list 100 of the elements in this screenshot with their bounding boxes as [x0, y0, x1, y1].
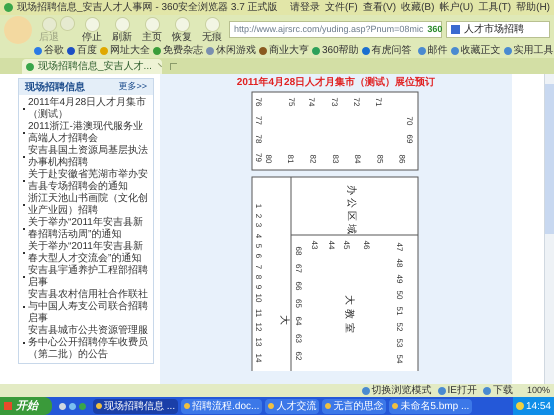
booth-number: 72 — [352, 98, 361, 106]
news-link[interactable]: 安吉县城市公共资源管理服务中心公开招聘停车收费员（第二批）的公告 — [28, 325, 149, 361]
bookmark-link[interactable]: 有虎问答 — [362, 46, 412, 56]
booth-number: 49 — [394, 274, 404, 284]
bookmark-link[interactable]: 商业大亨 — [259, 46, 309, 56]
menu-item[interactable]: 工具(T) — [478, 2, 512, 12]
booth-number: 69 — [404, 134, 414, 144]
booth-number: 6 — [254, 254, 263, 258]
bookmark-link[interactable]: 邮件 — [418, 46, 448, 56]
booth-number: 50 — [394, 290, 404, 300]
security-badge[interactable]: 360 — [427, 22, 442, 36]
nav-button[interactable]: 刷新 — [109, 16, 135, 42]
booth-number: 84 — [353, 154, 362, 164]
news-link[interactable]: 安吉县农村信用社合作联社与中国人寿支公司联合招聘启事 — [28, 289, 149, 325]
booth-number: 13 — [254, 338, 263, 346]
status-item[interactable]: 切换浏览模式 — [362, 386, 432, 396]
booth-number: 78 — [254, 134, 263, 144]
booth-number: 77 — [254, 116, 263, 125]
taskbar-item[interactable]: 未命名5.bmp ... — [389, 398, 472, 414]
status-item[interactable]: 下载 — [482, 386, 513, 396]
browser-tab[interactable]: 现场招聘信息_安吉人才... — [22, 59, 162, 74]
news-link[interactable]: 2011年4月28日人才月集市（测试） — [28, 97, 149, 121]
scroll-thumb[interactable] — [545, 84, 554, 234]
booth-number: 45 — [342, 240, 351, 250]
bookmark-link[interactable]: 谷歌 — [34, 46, 64, 56]
booth-number: 75 — [286, 98, 296, 106]
bookmark-link[interactable]: 360帮助 — [312, 46, 359, 56]
address-field[interactable]: http://www.ajrsrc.com/yuding.asp?Pnum=08mic 360 — [229, 21, 442, 38]
booth-number: 63 — [294, 334, 303, 343]
booth-number: 68 — [294, 246, 303, 256]
booth-number: 7 — [254, 264, 263, 270]
booth-number: 51 — [394, 306, 404, 316]
booth-number: 62 — [294, 352, 303, 360]
clock: 14:54 — [526, 400, 551, 414]
menu-item[interactable]: 帐户(U) — [439, 2, 474, 12]
news-link[interactable]: 关于赴安徽省芜湖市举办安吉县专场招聘会的通知 — [28, 169, 149, 193]
news-link[interactable]: 安吉县国土资源局基层执法办事机构招聘 — [28, 145, 149, 169]
panel-title: 现场招聘信息 — [25, 80, 85, 94]
news-link[interactable]: 关于举办“2011年安吉县新春大型人才交流会”的通知 — [28, 241, 149, 265]
booth-number: 4 — [254, 234, 263, 238]
booth-number: 46 — [362, 240, 371, 250]
booth-number: 1 — [254, 204, 263, 208]
booth-number: 53 — [394, 338, 404, 348]
menu-item[interactable]: 请登录 — [290, 2, 320, 12]
nav-button[interactable]: 停止 — [79, 16, 105, 42]
status-item[interactable]: IE打开 — [438, 386, 477, 396]
booth-number: 54 — [394, 354, 404, 364]
booth-number: 80 — [264, 154, 273, 164]
booth-number: 82 — [308, 154, 318, 164]
booth-number: 86 — [398, 154, 407, 164]
booth-number: 64 — [294, 316, 303, 326]
booth-number: 5 — [254, 244, 263, 248]
booth-number: 9 — [254, 284, 263, 290]
more-link[interactable]: 更多>> — [118, 80, 147, 94]
booth-number: 52 — [394, 322, 404, 332]
taskbar-item[interactable]: 现场招聘信息 ... — [93, 398, 178, 414]
menu-item[interactable]: 收藏(B) — [401, 2, 434, 12]
start-button[interactable]: 开始 — [0, 397, 52, 415]
nav-button[interactable]: 无痕 — [199, 16, 225, 42]
bookmark-link[interactable]: 休闲游戏 — [206, 46, 256, 56]
taskbar-item[interactable]: 人才交流 — [265, 398, 320, 414]
booth-number: 12 — [254, 322, 263, 332]
booth-number: 43 — [310, 240, 319, 250]
window-title: 现场招聘信息_安吉人才人事网 - 360安全浏览器 3.7 正式版 — [17, 2, 278, 12]
booth-number: 14 — [254, 354, 263, 362]
booth-number: 81 — [286, 154, 296, 164]
bookmark-link[interactable]: 实用工具 — [504, 46, 554, 56]
booth-number: 83 — [330, 154, 340, 164]
booth-number: 10 — [254, 294, 263, 302]
bookmark-link[interactable]: 百度 — [67, 46, 97, 56]
news-link[interactable]: 关于举办“2011年安吉县新春招聘活动周”的通知 — [28, 217, 149, 241]
booth-number: 73 — [330, 98, 339, 106]
area-label: 大教室 — [343, 295, 354, 337]
menu-item[interactable]: 文件(F) — [324, 2, 358, 12]
booth-number: 85 — [375, 154, 384, 164]
area-label: 办公区域 — [345, 185, 356, 237]
bookmark-link[interactable]: 网址大全 — [100, 46, 150, 56]
plan-title: 2011年4月28日人才月集市（测试）展位预订 — [236, 77, 436, 89]
menu-item[interactable]: 查看(V) — [362, 2, 396, 12]
news-link[interactable]: 浙江天池山书画院（文化创业产业园）招聘 — [28, 193, 149, 217]
scrollbar[interactable] — [544, 74, 554, 384]
menu-item[interactable]: 帮助(H) — [516, 2, 550, 12]
news-link[interactable]: 2011浙江-港澳现代服务业高端人才招聘会 — [28, 121, 149, 145]
booth-number: 79 — [254, 153, 263, 162]
bookmark-link[interactable]: 收藏正文 — [450, 46, 501, 56]
booth-number: 71 — [374, 98, 383, 106]
booth-number: 65 — [294, 299, 303, 308]
nav-button[interactable]: 恢复 — [169, 16, 195, 42]
booth-number: 11 — [254, 308, 263, 318]
booth-number: 76 — [254, 98, 263, 106]
tray-icon[interactable] — [516, 402, 524, 410]
booth-number: 3 — [254, 222, 263, 228]
bookmark-link[interactable]: 免费杂志 — [153, 46, 203, 56]
taskbar-item[interactable]: 无言的思念 — [322, 398, 386, 414]
nav-button[interactable]: 主页 — [139, 16, 165, 42]
browser-logo-icon — [4, 3, 13, 12]
news-link[interactable]: 安吉县宇通养护工程部招聘启事 — [28, 265, 149, 289]
taskbar-item[interactable]: 招聘流程.doc... — [181, 398, 262, 414]
zoom-level[interactable]: 100% — [526, 384, 550, 398]
search-field[interactable]: 人才市场招聘 — [446, 21, 550, 38]
